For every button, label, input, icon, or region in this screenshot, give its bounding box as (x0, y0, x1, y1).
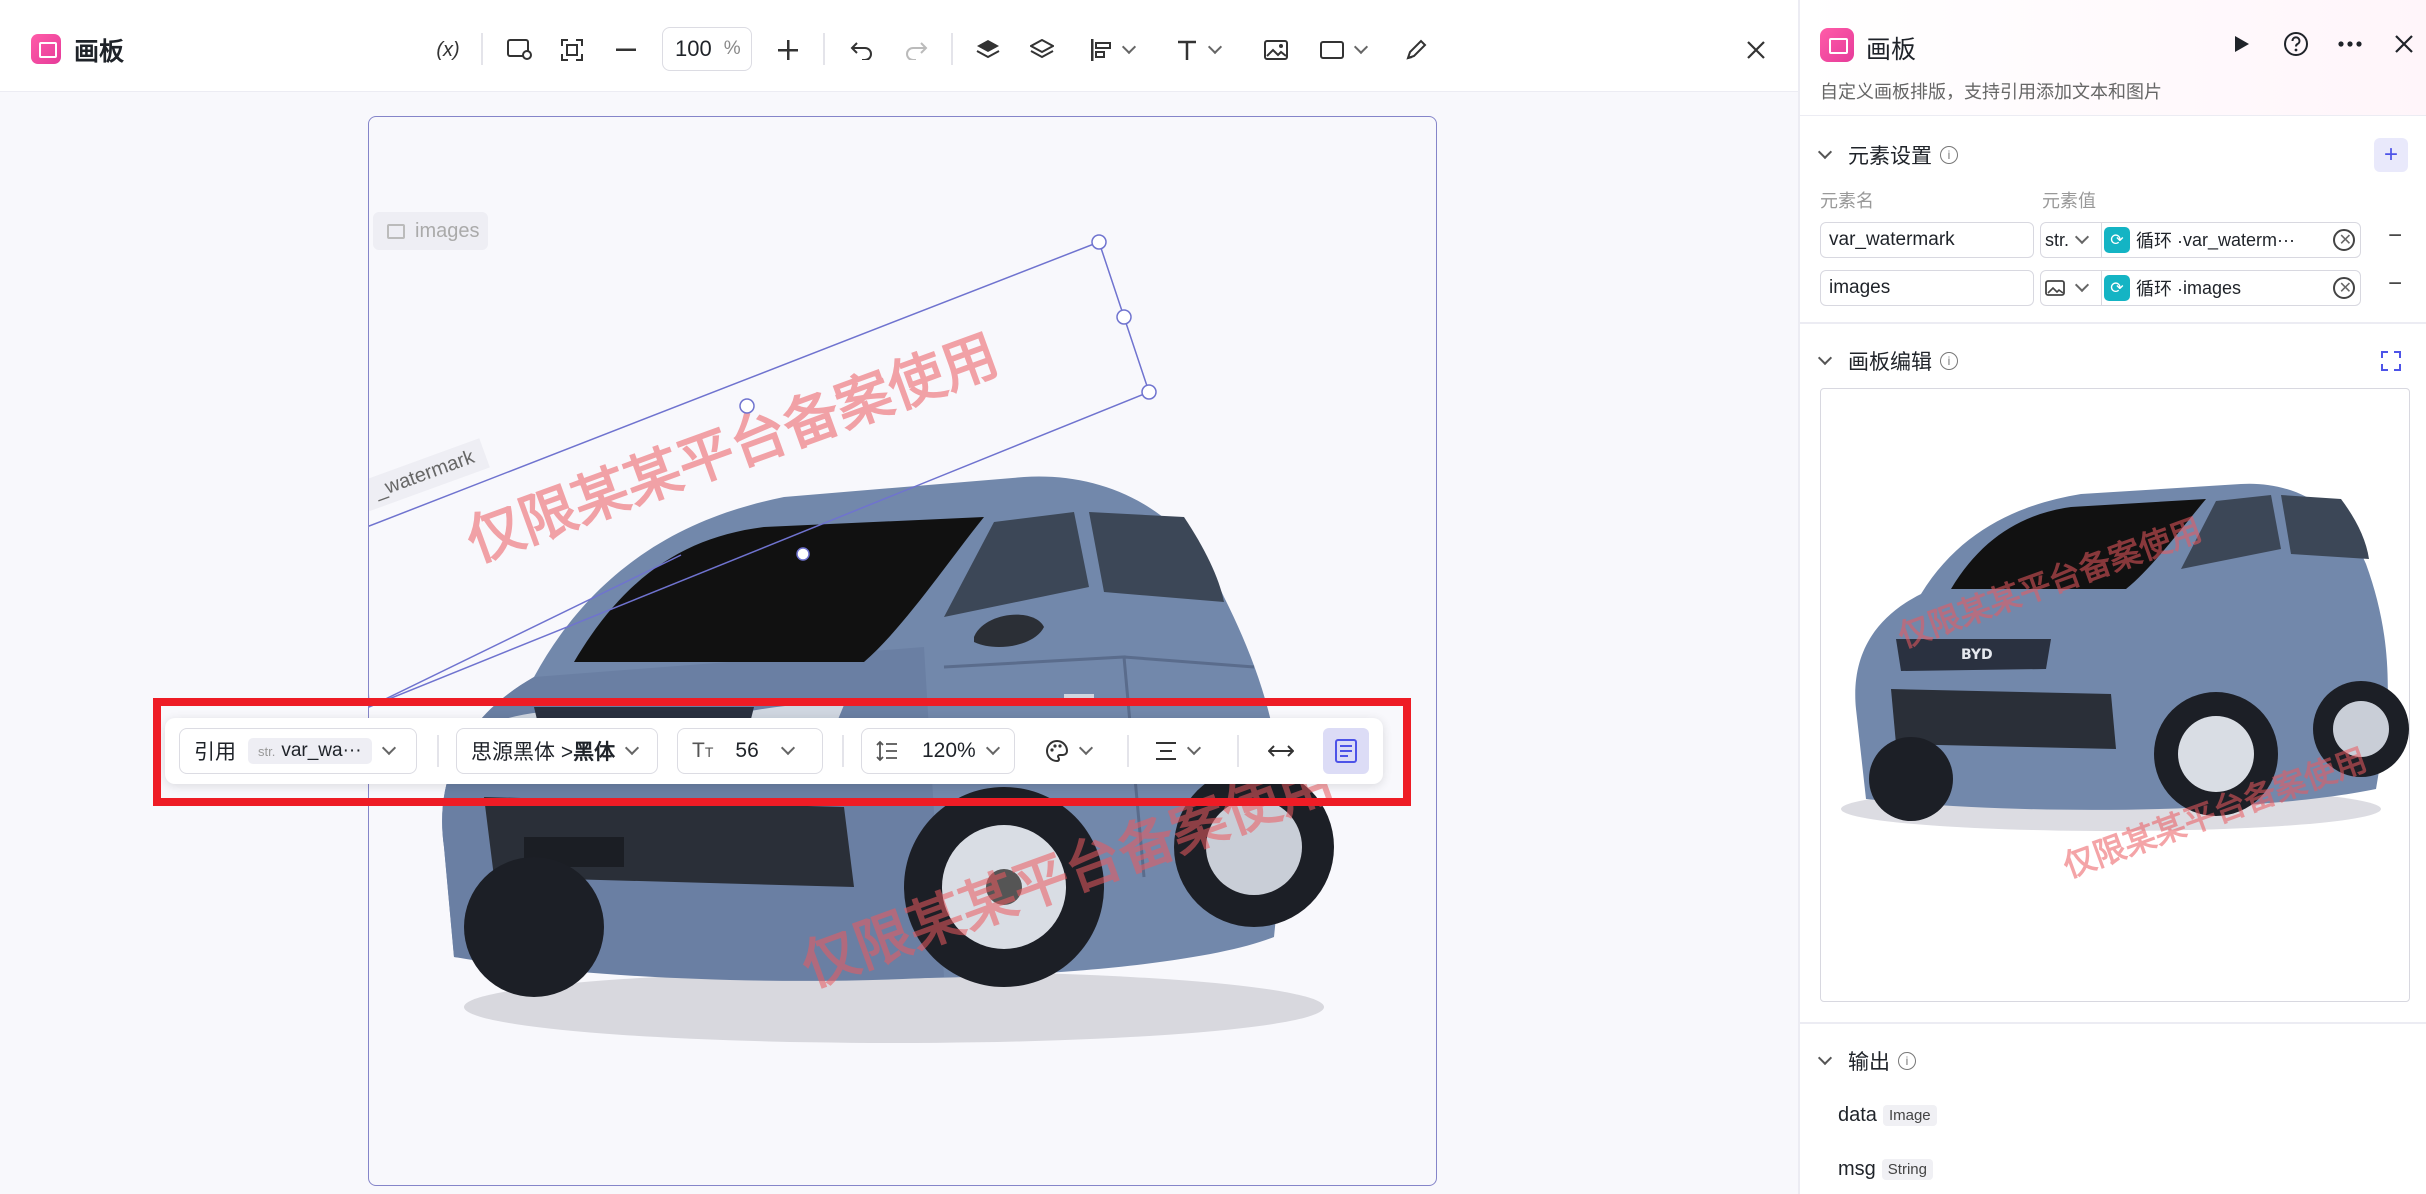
output-field-name: data (1838, 1104, 1877, 1126)
fit-screen-icon[interactable] (552, 30, 592, 70)
pen-icon[interactable] (1396, 30, 1436, 70)
more-icon[interactable] (2334, 28, 2366, 60)
align-dropdown[interactable] (1082, 30, 1142, 70)
element-settings-header[interactable]: 元素设置 i (1817, 140, 1958, 170)
element-value: var_waterm··· (2183, 229, 2296, 250)
artboard[interactable]: images BYD (368, 116, 1437, 1186)
variable-picker-icon[interactable] (2333, 229, 2355, 251)
undo-icon[interactable] (842, 30, 882, 70)
node-config-panel: 画板 自定义画板排版，支持引用添加文本和图片 元素设置 i + 元素名 元素值 … (1798, 0, 2426, 1194)
output-field-type: String (1881, 1159, 1933, 1180)
zoom-unit: % (723, 38, 741, 59)
element-type-select[interactable] (2040, 270, 2102, 306)
section-divider (1800, 322, 2426, 324)
zoom-value: 100 (675, 36, 712, 61)
variable-button[interactable]: (x) (428, 30, 468, 70)
canvas-edit-title: 画板编辑 (1848, 351, 1932, 374)
canvas-app-icon (31, 34, 61, 64)
loop-icon: ⟳ (2104, 275, 2130, 301)
element-value-field[interactable]: ⟳ 循环 · var_waterm··· ✕ (2101, 222, 2361, 258)
add-shape-dropdown[interactable] (1312, 30, 1374, 70)
output-title: 输出 (1848, 1051, 1890, 1074)
image-type-icon (2045, 280, 2065, 296)
add-text-dropdown[interactable] (1168, 30, 1228, 70)
collapse-caret-icon (1817, 1050, 1833, 1066)
preview-car-badge: BYD (1961, 647, 1993, 663)
loop-label: 循环 · (2136, 279, 2183, 299)
canvas-preview[interactable]: BYD 仅限某某平台备案使用 仅限某某平台备案使用 (1820, 388, 2410, 1002)
element-name-input[interactable]: images (1820, 270, 2034, 306)
output-field-name: msg (1838, 1158, 1876, 1180)
canvas-edit-header[interactable]: 画板编辑 i (1817, 346, 1958, 376)
panel-description: 自定义画板排版，支持引用添加文本和图片 (1820, 82, 2162, 102)
redo-icon[interactable] (896, 30, 936, 70)
collapse-caret-icon (1817, 350, 1833, 366)
collapse-caret-icon (1817, 144, 1833, 160)
canvas-node-icon (1820, 28, 1854, 62)
zoom-input[interactable]: 100 % (662, 27, 752, 71)
remove-element-button[interactable]: − (2388, 222, 2402, 250)
preview-car-image: BYD (1841, 483, 2409, 831)
info-icon[interactable]: i (1898, 1052, 1916, 1070)
images-element-tag[interactable]: images (373, 212, 488, 250)
panel-title: 画板 (1866, 36, 1917, 64)
add-image-icon[interactable] (1256, 30, 1296, 70)
canvas-size-icon[interactable] (500, 30, 540, 70)
toolbar-divider (823, 33, 825, 65)
loop-icon: ⟳ (2104, 227, 2130, 253)
layers-icon[interactable] (1022, 30, 1062, 70)
zoom-out-icon[interactable] (606, 30, 646, 70)
toolbar-divider (481, 33, 483, 65)
loop-label: 循环 · (2136, 231, 2183, 251)
variable-picker-icon[interactable] (2333, 277, 2355, 299)
panel-header: 画板 自定义画板排版，支持引用添加文本和图片 (1800, 0, 2426, 116)
chevron-down-icon (1207, 39, 1223, 55)
bring-forward-icon[interactable] (968, 30, 1008, 70)
element-value-field[interactable]: ⟳ 循环 · images ✕ (2101, 270, 2361, 306)
section-divider (1800, 1022, 2426, 1024)
run-icon[interactable] (2226, 28, 2258, 60)
editor-title: 画板 (74, 38, 125, 66)
type-value: str. (2045, 229, 2070, 250)
element-settings-title: 元素设置 (1848, 145, 1932, 168)
output-field: data Image (1838, 1104, 1937, 1127)
output-header[interactable]: 输出 i (1817, 1046, 1916, 1076)
output-field-type: Image (1882, 1105, 1937, 1126)
image-icon (387, 223, 405, 239)
element-type-select[interactable]: str. (2040, 222, 2102, 258)
info-icon[interactable]: i (1940, 352, 1958, 370)
close-editor-icon[interactable] (1736, 30, 1776, 70)
remove-element-button[interactable]: − (2388, 270, 2402, 298)
chevron-down-icon (1353, 39, 1369, 55)
chevron-down-icon (1121, 39, 1137, 55)
element-value-column: 元素值 (2042, 191, 2096, 211)
close-panel-icon[interactable] (2388, 28, 2420, 60)
chevron-down-icon (2074, 229, 2090, 245)
element-name-input[interactable]: var_watermark (1820, 222, 2034, 258)
info-icon[interactable]: i (1940, 146, 1958, 164)
images-tag-label: images (415, 219, 480, 242)
zoom-in-icon[interactable] (768, 30, 808, 70)
highlight-annotation-box (153, 698, 1411, 806)
help-icon[interactable] (2280, 28, 2312, 60)
chevron-down-icon (2074, 277, 2090, 293)
app-root: 画板 (x) 100 % images 仅限某某平台备案使用 仅限某某平台备案使… (0, 0, 2426, 1194)
output-field: msg String (1838, 1158, 1933, 1181)
element-name-column: 元素名 (1820, 191, 1874, 211)
editor-toolbar: 画板 (x) 100 % (0, 0, 1798, 92)
add-element-button[interactable]: + (2374, 138, 2408, 172)
expand-icon[interactable] (2380, 350, 2402, 372)
canvas-editor: 画板 (x) 100 % images 仅限某某平台备案使用 仅限某某平台备案使… (0, 0, 1798, 1194)
element-value: images (2183, 277, 2242, 298)
toolbar-divider (951, 33, 953, 65)
